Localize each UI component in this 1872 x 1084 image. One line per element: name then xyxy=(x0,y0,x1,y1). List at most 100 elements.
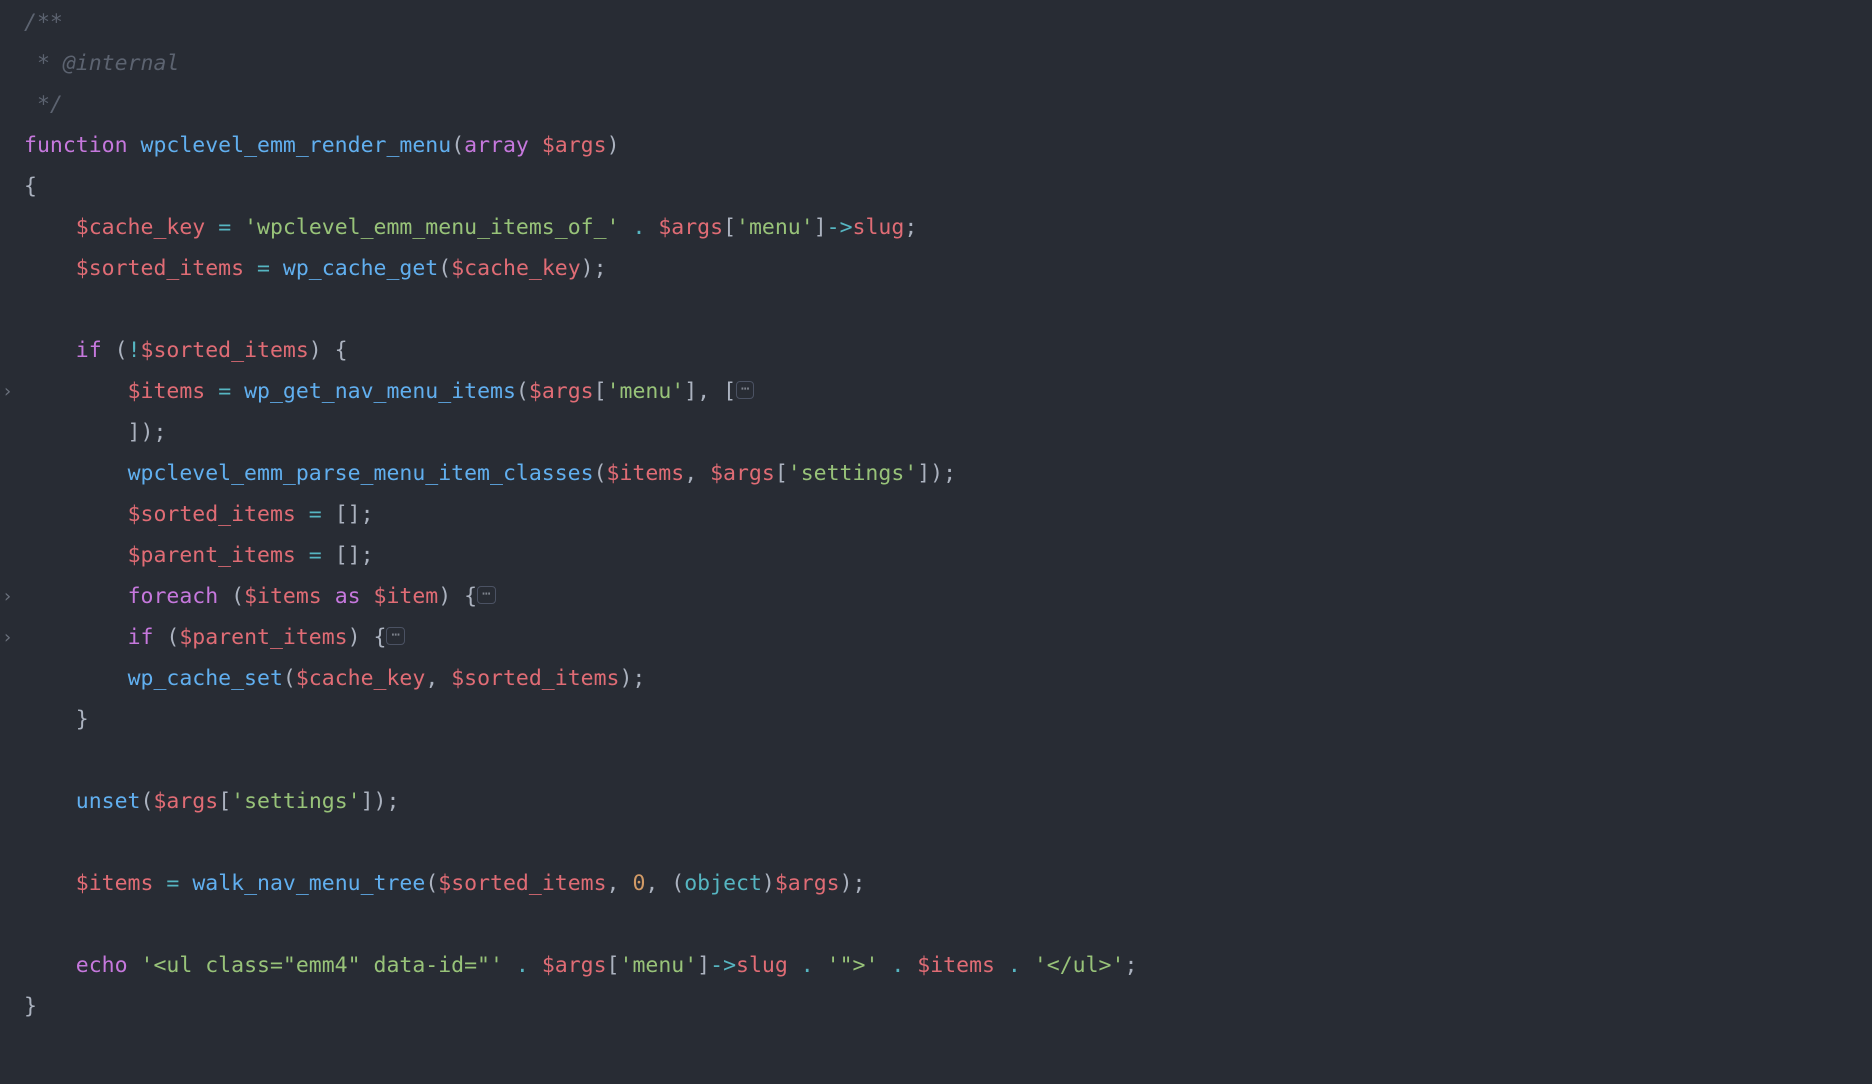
code-content[interactable]: } xyxy=(24,699,89,740)
token: @internal xyxy=(63,51,180,76)
token: ) xyxy=(762,871,775,896)
code-line[interactable]: $cache_key = 'wpclevel_emm_menu_items_of… xyxy=(0,207,1872,248)
token: $parent_items xyxy=(179,625,347,650)
code-content[interactable]: if (!$sorted_items) { xyxy=(24,330,348,371)
code-line[interactable]: unset($args['settings']); xyxy=(0,781,1872,822)
token: slug xyxy=(853,215,905,240)
code-content[interactable]: $items = wp_get_nav_menu_items($args['me… xyxy=(24,371,754,412)
code-line[interactable]: /** xyxy=(0,2,1872,43)
code-line[interactable]: $parent_items = []; xyxy=(0,535,1872,576)
code-content[interactable]: $sorted_items = []; xyxy=(24,494,374,535)
code-line[interactable]: function wpclevel_emm_render_menu(array … xyxy=(0,125,1872,166)
token: ] xyxy=(814,215,827,240)
token: . xyxy=(632,215,645,240)
code-content[interactable]: $items = walk_nav_menu_tree($sorted_item… xyxy=(24,863,865,904)
token: , ( xyxy=(645,871,684,896)
code-line[interactable]: */ xyxy=(0,84,1872,125)
code-line[interactable]: { xyxy=(0,166,1872,207)
code-line[interactable]: } xyxy=(0,699,1872,740)
token: ( xyxy=(153,625,179,650)
code-content[interactable]: ]); xyxy=(24,412,166,453)
code-line[interactable]: › $items = wp_get_nav_menu_items($args['… xyxy=(0,371,1872,412)
token xyxy=(24,461,128,486)
code-fold-marker[interactable]: ⋯ xyxy=(386,627,404,645)
code-line[interactable] xyxy=(0,904,1872,945)
code-line[interactable]: › foreach ($items as $item) {⋯ xyxy=(0,576,1872,617)
code-content[interactable]: foreach ($items as $item) {⋯ xyxy=(24,576,496,617)
code-content[interactable]: $parent_items = []; xyxy=(24,535,374,576)
code-content[interactable]: * @internal xyxy=(24,43,179,84)
token: '">' xyxy=(827,953,879,978)
token: $cache_key xyxy=(76,215,205,240)
code-content[interactable]: function wpclevel_emm_render_menu(array … xyxy=(24,125,620,166)
token xyxy=(244,256,257,281)
token: = xyxy=(166,871,179,896)
fold-arrow-icon[interactable]: › xyxy=(0,371,24,412)
token: [ xyxy=(594,379,607,404)
token xyxy=(529,953,542,978)
code-line[interactable]: › if ($parent_items) {⋯ xyxy=(0,617,1872,658)
token: 'menu' xyxy=(607,379,685,404)
code-line[interactable]: wp_cache_set($cache_key, $sorted_items); xyxy=(0,658,1872,699)
token xyxy=(296,543,309,568)
code-content[interactable]: */ xyxy=(24,84,63,125)
token xyxy=(1021,953,1034,978)
token: $sorted_items xyxy=(451,666,619,691)
code-editor[interactable]: /** * @internal */function wpclevel_emm_… xyxy=(0,0,1872,1027)
token: , xyxy=(607,871,633,896)
token: echo xyxy=(76,953,128,978)
code-line[interactable] xyxy=(0,740,1872,781)
token: $sorted_items xyxy=(438,871,606,896)
token: ( xyxy=(594,461,607,486)
code-content[interactable]: if ($parent_items) {⋯ xyxy=(24,617,405,658)
token xyxy=(24,256,76,281)
token: ( xyxy=(102,338,128,363)
token: array xyxy=(464,133,529,158)
code-line[interactable]: } xyxy=(0,986,1872,1027)
token xyxy=(205,215,218,240)
code-line[interactable]: wpclevel_emm_parse_menu_item_classes($it… xyxy=(0,453,1872,494)
token xyxy=(24,584,128,609)
code-content[interactable]: echo '<ul class="emm4" data-id="' . $arg… xyxy=(24,945,1137,986)
code-line[interactable]: echo '<ul class="emm4" data-id="' . $arg… xyxy=(0,945,1872,986)
token: wpclevel_emm_parse_menu_item_classes xyxy=(128,461,594,486)
token xyxy=(179,871,192,896)
token: '</ul>' xyxy=(1034,953,1125,978)
code-line[interactable]: $sorted_items = []; xyxy=(0,494,1872,535)
code-content[interactable]: wpclevel_emm_parse_menu_item_classes($it… xyxy=(24,453,956,494)
token: /** xyxy=(24,10,63,35)
token: ; xyxy=(904,215,917,240)
code-line[interactable]: if (!$sorted_items) { xyxy=(0,330,1872,371)
code-content[interactable]: } xyxy=(24,986,37,1027)
token: ; xyxy=(1124,953,1137,978)
token: slug xyxy=(736,953,788,978)
token: $items xyxy=(607,461,685,486)
code-content[interactable]: unset($args['settings']); xyxy=(24,781,399,822)
code-line[interactable]: $items = walk_nav_menu_tree($sorted_item… xyxy=(0,863,1872,904)
token xyxy=(24,666,128,691)
code-line[interactable] xyxy=(0,289,1872,330)
code-content[interactable]: $cache_key = 'wpclevel_emm_menu_items_of… xyxy=(24,207,917,248)
code-line[interactable]: ]); xyxy=(0,412,1872,453)
token: ) { xyxy=(348,625,387,650)
token xyxy=(995,953,1008,978)
token: ! xyxy=(128,338,141,363)
code-content[interactable]: { xyxy=(24,166,37,207)
token: } xyxy=(24,707,89,732)
code-content[interactable]: wp_cache_set($cache_key, $sorted_items); xyxy=(24,658,645,699)
token: object xyxy=(684,871,762,896)
code-content[interactable]: $sorted_items = wp_cache_get($cache_key)… xyxy=(24,248,607,289)
code-line[interactable] xyxy=(0,822,1872,863)
token: ( xyxy=(283,666,296,691)
token: wp_cache_get xyxy=(283,256,438,281)
code-content[interactable]: /** xyxy=(24,2,63,43)
code-line[interactable]: * @internal xyxy=(0,43,1872,84)
token xyxy=(322,584,335,609)
fold-arrow-icon[interactable]: › xyxy=(0,576,24,617)
token: foreach xyxy=(128,584,219,609)
code-fold-marker[interactable]: ⋯ xyxy=(477,586,495,604)
code-line[interactable]: $sorted_items = wp_cache_get($cache_key)… xyxy=(0,248,1872,289)
fold-arrow-icon[interactable]: › xyxy=(0,617,24,658)
token xyxy=(619,215,632,240)
code-fold-marker[interactable]: ⋯ xyxy=(736,381,754,399)
